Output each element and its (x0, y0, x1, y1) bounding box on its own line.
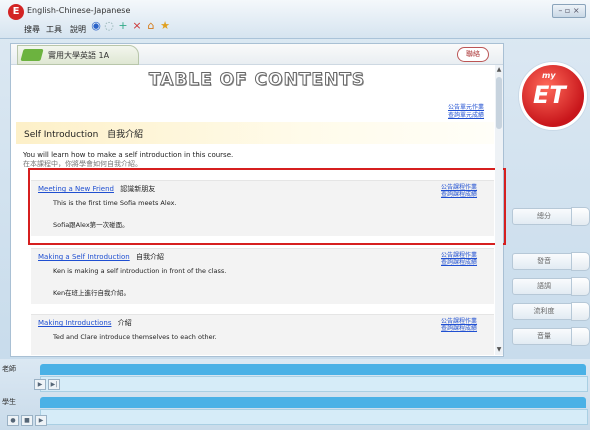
close-icon[interactable]: × (131, 20, 143, 32)
highlight-box (28, 168, 506, 245)
lesson-desc-en: Ken is making a self introduction in fro… (53, 267, 227, 275)
student-waveform-track[interactable] (40, 409, 588, 425)
contact-button[interactable]: 聯絡 (457, 47, 489, 62)
toc-heading: TABLE OF CONTENTS (148, 70, 366, 91)
unit-grades-link[interactable]: 查詢單元成績 (448, 112, 484, 120)
teacher-waveform-track[interactable] (40, 376, 588, 392)
fluency-button[interactable]: 流利度 (512, 303, 576, 320)
myet-logo: my ET (519, 62, 587, 130)
add-icon[interactable]: + (117, 20, 129, 32)
lesson-title: Making Introductions 介紹 (38, 318, 132, 328)
scroll-down-icon[interactable]: ▼ (495, 345, 503, 355)
lesson-title-zh: 介紹 (117, 319, 132, 327)
student-label: 學生 (2, 398, 16, 406)
section-description: You will learn how to make a self introd… (23, 151, 233, 169)
lesson-grades-link[interactable]: 查詢課程成績 (441, 325, 477, 332)
volume-button[interactable]: 音量 (512, 328, 576, 345)
teacher-step-icon[interactable]: ▶| (48, 379, 60, 390)
lesson-links: 公告課程作業 查詢課程成績 (441, 252, 477, 266)
student-track-header (40, 397, 586, 408)
content-panel: 實用大學英語 1A 聯絡 TABLE OF CONTENTS 公告單元作業 查詢… (10, 43, 506, 357)
lesson-title: Making a Self Introduction 自我介紹 (38, 252, 164, 262)
lesson-desc-en: Ted and Clare introduce themselves to ea… (53, 333, 217, 341)
pronunciation-button[interactable]: 發音 (512, 253, 576, 270)
section-header: Self Introduction 自我介紹 (16, 122, 494, 144)
audio-panel: 老師 ▶ ▶| 學生 ● ■ ▶ (0, 359, 590, 430)
book-tab[interactable]: 實用大學英語 1A (17, 45, 139, 65)
scroll-thumb[interactable] (496, 77, 502, 129)
lesson-desc-zh: Ken在班上進行自我介紹。 (53, 289, 131, 297)
fluency-tab[interactable] (571, 302, 590, 321)
volume-tab[interactable] (571, 327, 590, 346)
panel-header: 實用大學英語 1A 聯絡 (11, 44, 503, 65)
scroll-up-icon[interactable]: ▲ (495, 65, 503, 75)
app-title: English-Chinese-Japanese (27, 6, 131, 15)
window-controls[interactable]: – ▫ × (552, 4, 586, 18)
forward-icon[interactable]: ◌ (103, 20, 115, 32)
section-desc-en: You will learn how to make a self introd… (23, 151, 234, 159)
record-icon[interactable]: ● (7, 415, 19, 426)
teacher-label: 老師 (2, 365, 16, 373)
lesson-grades-link[interactable]: 查詢課程成績 (441, 259, 477, 266)
logo-my-text: my (542, 71, 556, 80)
total-score-button[interactable]: 總分 (512, 208, 576, 225)
total-score-tab[interactable] (571, 207, 590, 226)
student-play-icon[interactable]: ▶ (35, 415, 47, 426)
book-badge (20, 49, 44, 61)
back-icon[interactable]: ◉ (90, 20, 102, 32)
lesson-title-zh: 自我介紹 (135, 253, 164, 261)
lesson-item: Making a Self Introduction 自我介紹 公告課程作業 查… (31, 248, 494, 304)
teacher-track-header (40, 364, 586, 375)
lesson-link[interactable]: Making a Self Introduction (38, 253, 130, 261)
section-title-en: Self Introduction (24, 130, 99, 140)
intonation-tab[interactable] (571, 277, 590, 296)
title-bar: E English-Chinese-Japanese 搜尋 工具 說明 ◉ ◌ … (0, 0, 590, 39)
logo-et-text: ET (533, 81, 566, 109)
lesson-links: 公告課程作業 查詢課程成績 (441, 318, 477, 332)
section-title-zh: 自我介紹 (107, 130, 144, 140)
lesson-assignment-link[interactable]: 公告課程作業 (441, 252, 477, 259)
menu-search[interactable]: 搜尋 (24, 24, 40, 35)
unit-assignment-link[interactable]: 公告單元作業 (448, 104, 484, 112)
section-title: Self Introduction 自我介紹 (24, 127, 143, 140)
home-icon[interactable]: ⌂ (145, 20, 157, 32)
book-title: 實用大學英語 1A (48, 51, 110, 60)
lesson-assignment-link[interactable]: 公告課程作業 (441, 318, 477, 325)
pronunciation-tab[interactable] (571, 252, 590, 271)
intonation-button[interactable]: 語調 (512, 278, 576, 295)
lesson-item: Making Introductions 介紹 公告課程作業 查詢課程成績 Te… (31, 314, 494, 355)
favorite-icon[interactable]: ★ (159, 20, 171, 32)
menu-help[interactable]: 說明 (70, 24, 86, 35)
scrollbar[interactable]: ▲ ▼ (495, 65, 503, 355)
lesson-link[interactable]: Making Introductions (38, 319, 111, 327)
app-logo-icon: E (8, 4, 24, 20)
teacher-play-icon[interactable]: ▶ (34, 379, 46, 390)
stop-icon[interactable]: ■ (21, 415, 33, 426)
menu-tools[interactable]: 工具 (46, 24, 62, 35)
app-window: E English-Chinese-Japanese 搜尋 工具 說明 ◉ ◌ … (0, 0, 590, 430)
unit-links: 公告單元作業 查詢單元成績 (448, 104, 484, 120)
